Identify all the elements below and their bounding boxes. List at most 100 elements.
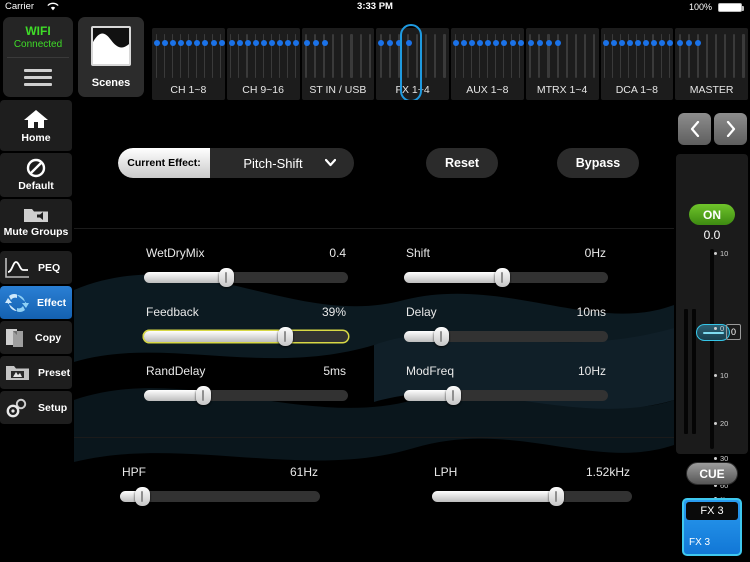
parameter-slider[interactable] [144, 327, 348, 346]
nav-cell-dca-1-8[interactable]: DCA 1~8 [600, 28, 674, 100]
slider-thumb[interactable] [433, 327, 449, 346]
parameter-slider[interactable] [144, 268, 348, 287]
slider-fill [144, 331, 285, 342]
nav-cell-fx-1-4[interactable]: FX 1~4 [376, 24, 449, 102]
scenes-button[interactable]: Scenes [78, 17, 144, 97]
clock-label: 3:33 PM [357, 1, 393, 12]
filter-slider[interactable] [432, 487, 632, 506]
slider-thumb[interactable] [549, 487, 564, 506]
slider-thumb[interactable] [445, 386, 461, 405]
filter-slider[interactable] [120, 487, 320, 506]
slider-thumb[interactable] [196, 386, 212, 405]
nav-cell-ch-9-16[interactable]: CH 9~16 [226, 28, 300, 100]
nav-cell-label: ST IN / USB [309, 84, 367, 96]
nav-cell-faders [152, 34, 225, 79]
nav-mini-fader [501, 34, 508, 78]
nav-cell-faders [526, 34, 599, 79]
nav-mini-fader [202, 34, 209, 78]
refresh-cycle-icon [5, 293, 29, 312]
nav-cell-label: MTRX 1~4 [536, 84, 588, 96]
nav-mini-fader [244, 34, 252, 78]
nav-cell-aux-1-8[interactable]: AUX 1~8 [451, 28, 524, 100]
nav-mini-fader [161, 34, 169, 78]
nav-mini-fader [416, 34, 419, 78]
slider-thumb[interactable] [494, 268, 510, 287]
sidebar-item-setup[interactable]: Setup [0, 391, 72, 425]
hamburger-menu-icon[interactable] [24, 69, 52, 87]
nav-mini-fader [396, 34, 403, 78]
nav-cell-st-in-usb[interactable]: ST IN / USB [301, 28, 375, 100]
nav-mini-fader [509, 34, 516, 78]
cue-button[interactable]: CUE [686, 462, 738, 485]
no-entry-icon [26, 158, 46, 178]
sidebar-item-mute-groups[interactable]: Mute Groups [0, 199, 72, 244]
sidebar-item-label: Preset [38, 366, 71, 379]
fader-rail [710, 249, 714, 449]
nav-cell-ch-1-8[interactable]: CH 1~8 [152, 28, 225, 100]
slider-thumb[interactable] [277, 327, 293, 346]
parameter-row: Shift 0Hz [404, 246, 608, 293]
sidebar-item-effect[interactable]: Effect [0, 286, 72, 320]
gears-icon [6, 398, 27, 417]
nav-mini-fader [733, 34, 736, 78]
nav-mini-fader [536, 34, 544, 78]
parameter-value: 39% [321, 305, 346, 319]
slider-thumb[interactable] [218, 268, 234, 287]
nav-cell-mtrx-1-4[interactable]: MTRX 1~4 [525, 28, 599, 100]
nav-mini-fader [592, 34, 595, 78]
parameter-value: 10Hz [577, 364, 606, 378]
sidebar-item-copy[interactable]: Copy [0, 321, 72, 355]
parameter-slider[interactable] [404, 386, 608, 405]
nav-mini-fader [715, 34, 718, 78]
sidebar-item-default[interactable]: Default [0, 153, 72, 198]
bypass-button[interactable]: Bypass [557, 148, 639, 178]
nav-mini-fader [153, 34, 161, 78]
sidebar-item-label: Default [18, 180, 54, 192]
channel-card-name: FX 3 [689, 537, 711, 548]
parameter-row: Feedback 39% [144, 305, 348, 352]
scene-curve-icon [91, 26, 131, 66]
top-bar: WIFI Connected Scenes CH 1~8 CH 9~16 ST IN… [0, 14, 750, 102]
nav-mini-fader [724, 34, 727, 78]
sidebar-item-peq[interactable]: PEQ [0, 251, 72, 285]
wifi-status-label: Connected [13, 39, 63, 50]
scale-tick: 10 [713, 249, 729, 258]
nav-cell-label: CH 9~16 [242, 84, 284, 96]
nav-mini-fader [667, 34, 674, 78]
nav-mini-fader [695, 34, 702, 78]
nav-cell-master[interactable]: MASTER [675, 28, 748, 100]
parameter-slider[interactable] [404, 268, 608, 287]
parameter-slider[interactable] [144, 386, 348, 405]
next-channel-button[interactable] [714, 113, 747, 145]
current-effect-tag-label: Current Effect: [118, 148, 210, 178]
nav-mini-fader [658, 34, 666, 78]
nav-cell-faders [302, 34, 375, 79]
sidebar-item-label: Effect [37, 296, 67, 309]
nav-mini-fader [618, 34, 626, 78]
sidebar-item-home[interactable]: Home [0, 100, 72, 152]
nav-mini-fader [378, 34, 385, 78]
filter-label: HPF [122, 465, 146, 479]
nav-cell-faders [675, 34, 748, 79]
previous-channel-button[interactable] [678, 113, 711, 145]
channel-on-button[interactable]: ON [689, 204, 735, 225]
selected-channel-card[interactable]: FX 3 FX 3 [682, 498, 742, 556]
meter-bar-left [684, 309, 688, 434]
nav-mini-fader [405, 34, 412, 78]
scale-tick: 0 [713, 324, 725, 333]
nav-cell-faders [376, 34, 449, 79]
sidebar-item-label: Setup [38, 401, 68, 414]
chevron-down-icon [325, 158, 336, 167]
channel-card-top-label: FX 3 [686, 502, 738, 520]
slider-thumb[interactable] [135, 487, 150, 506]
current-effect-select[interactable]: Current Effect: Pitch-Shift [118, 148, 354, 178]
sidebar-item-preset[interactable]: Preset [0, 356, 72, 390]
reset-button[interactable]: Reset [426, 148, 498, 178]
preset-folder-icon [6, 365, 29, 380]
filter-value: 61Hz [289, 465, 318, 479]
nav-mini-fader [574, 34, 577, 78]
wifi-title: WIFI [25, 24, 51, 38]
parameter-slider[interactable] [404, 327, 608, 346]
nav-mini-fader [350, 34, 353, 78]
nav-mini-fader [706, 34, 709, 78]
